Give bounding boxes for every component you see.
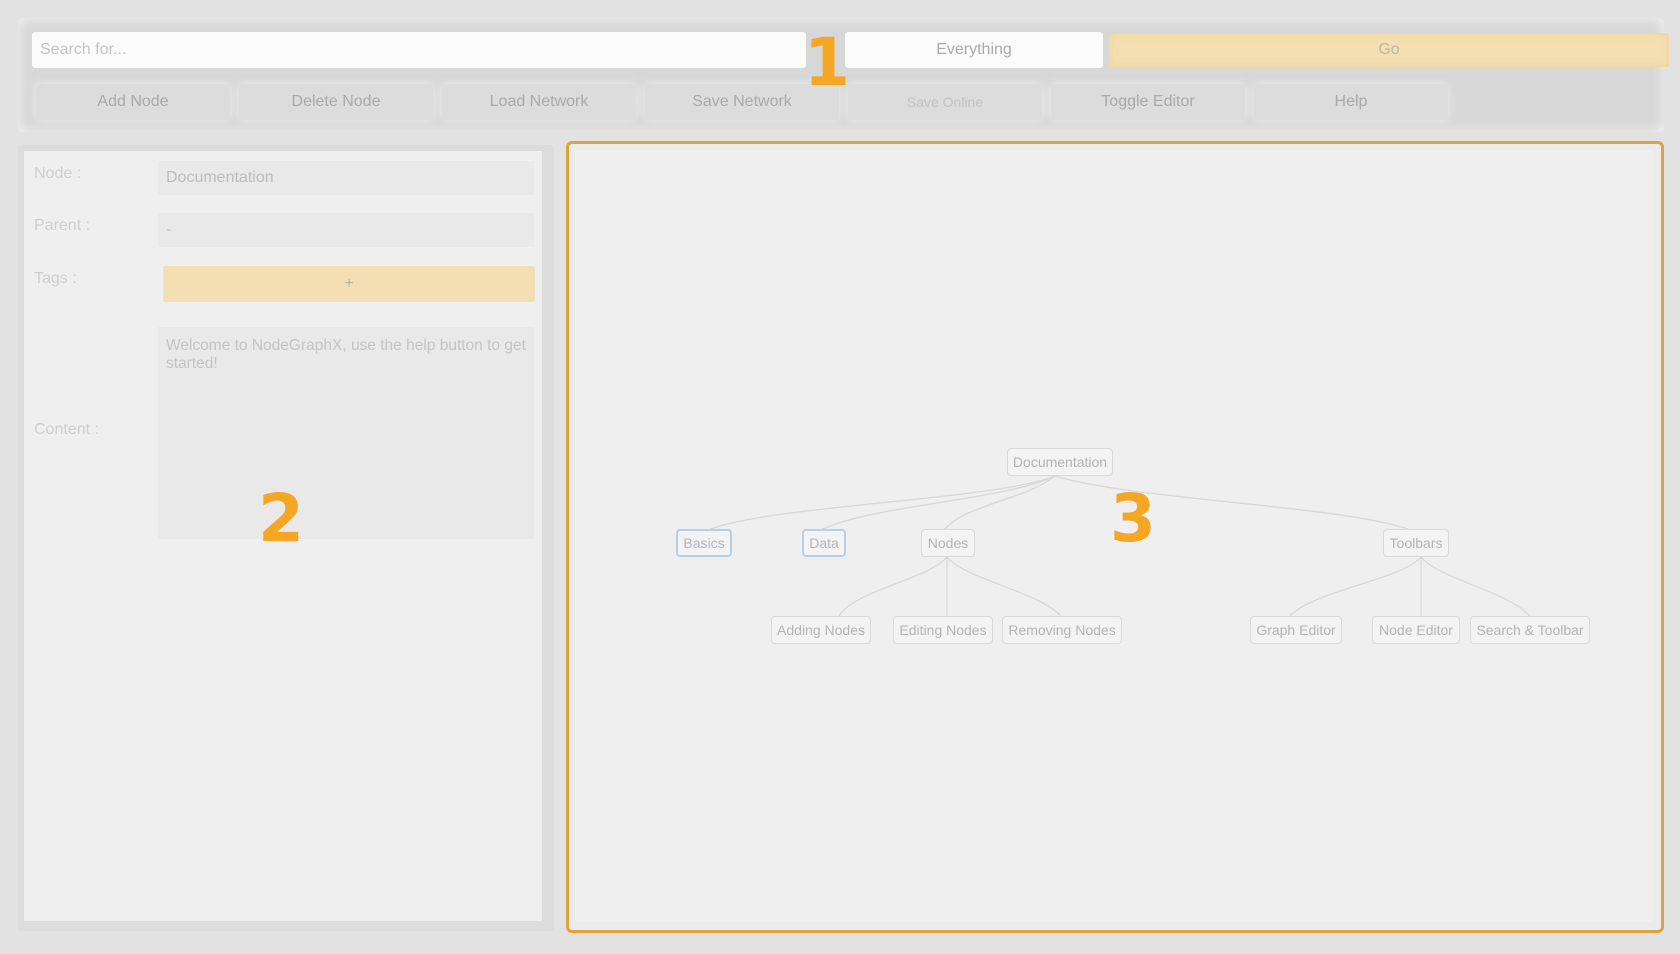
graph-node-graph-editor[interactable]: Graph Editor <box>1250 616 1342 644</box>
graph-node-data[interactable]: Data <box>802 529 846 557</box>
graph-node-adding-nodes[interactable]: Adding Nodes <box>771 616 871 644</box>
graph-node-nodes[interactable]: Nodes <box>921 529 975 557</box>
graph-node-node-editor[interactable]: Node Editor <box>1372 616 1460 644</box>
edge-documentation-nodes <box>944 475 1056 530</box>
content-label: Content : <box>34 421 99 438</box>
content-textarea[interactable]: Welcome to NodeGraphX, use the help butt… <box>158 327 534 539</box>
graph-node-basics[interactable]: Basics <box>676 529 732 557</box>
callout-1: 1 <box>804 24 850 101</box>
parent-field[interactable]: - <box>158 213 534 247</box>
edge-toolbars-graph-editor <box>1289 556 1422 617</box>
edge-documentation-data <box>822 475 1056 530</box>
add-node-button[interactable]: Add Node <box>36 84 230 120</box>
search-scope-select[interactable]: Everything <box>845 32 1103 68</box>
graph-node-search-toolbar[interactable]: Search & Toolbar <box>1470 616 1590 644</box>
edge-documentation-basics <box>710 475 1056 530</box>
node-label: Node : <box>34 165 82 182</box>
edge-nodes-adding <box>838 556 948 617</box>
edge-nodes-removing <box>946 556 1062 617</box>
graph-node-removing-nodes[interactable]: Removing Nodes <box>1002 616 1122 644</box>
edge-toolbars-search-toolbar <box>1420 556 1531 617</box>
tags-label: Tags : <box>34 270 77 287</box>
toggle-editor-button[interactable]: Toggle Editor <box>1051 84 1245 120</box>
parent-label: Parent : <box>34 217 91 234</box>
callout-2: 2 <box>258 480 304 557</box>
callout-3: 3 <box>1110 480 1156 557</box>
node-name-field[interactable]: Documentation <box>158 161 534 195</box>
graph-node-editing-nodes[interactable]: Editing Nodes <box>893 616 993 644</box>
graph-node-toolbars[interactable]: Toolbars <box>1383 529 1449 557</box>
load-network-button[interactable]: Load Network <box>442 84 636 120</box>
help-button[interactable]: Help <box>1254 84 1448 120</box>
add-tag-button[interactable]: + <box>163 266 535 302</box>
save-online-button[interactable]: Save Online <box>848 84 1042 120</box>
delete-node-button[interactable]: Delete Node <box>239 84 433 120</box>
search-input[interactable] <box>32 32 806 68</box>
go-button[interactable]: Go <box>1109 33 1669 67</box>
edge-documentation-toolbars <box>1054 475 1409 530</box>
graph-node-documentation[interactable]: Documentation <box>1007 448 1113 476</box>
